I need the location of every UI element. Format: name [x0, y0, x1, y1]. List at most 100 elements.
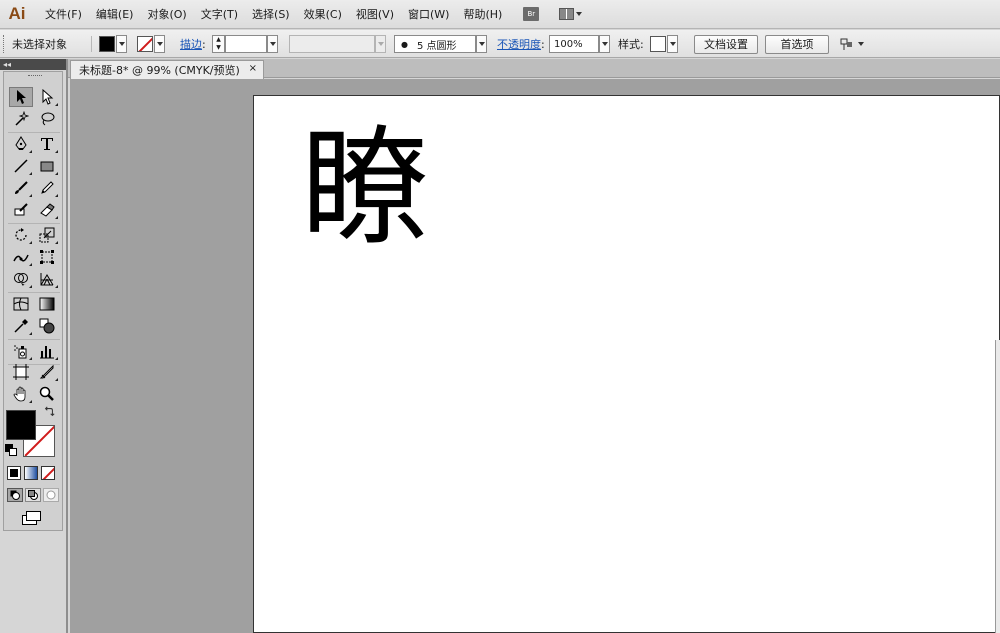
direct-selection-tool[interactable] — [35, 87, 59, 107]
draw-behind-button[interactable] — [25, 488, 41, 502]
draw-inside-button[interactable] — [43, 488, 59, 502]
brush-definition-dropdown[interactable] — [476, 35, 487, 53]
control-panel-menu[interactable] — [840, 34, 864, 54]
eyedropper-tool[interactable] — [9, 316, 33, 336]
stroke-weight-stepper[interactable]: ▲ ▼ — [212, 35, 225, 53]
stroke-weight-dropdown[interactable] — [267, 35, 278, 53]
width-profile-field[interactable] — [289, 35, 375, 53]
eraser-tool-icon — [40, 203, 55, 217]
artboard-tool[interactable] — [9, 362, 33, 382]
default-fill-stroke-button[interactable] — [5, 444, 17, 456]
artboard[interactable]: 瞭 — [253, 95, 1000, 633]
vertical-scrollbar[interactable] — [995, 340, 1000, 633]
opacity-label-group[interactable]: 不透明度 : — [497, 34, 545, 54]
zoom-tool[interactable] — [35, 384, 59, 404]
pencil-tool[interactable] — [35, 178, 59, 198]
variable-width-profile[interactable] — [289, 34, 386, 54]
paintbrush-tool-icon — [15, 181, 28, 194]
stroke-label-group[interactable]: 描边 : — [180, 34, 206, 54]
eraser-tool[interactable] — [35, 200, 59, 220]
lasso-tool[interactable] — [35, 109, 59, 129]
graphic-style-swatch[interactable] — [650, 36, 666, 52]
chevron-down-icon — [478, 42, 485, 46]
menu-help[interactable]: 帮助(H) — [456, 0, 509, 29]
brush-definition-field[interactable]: ● 5 点圆形 — [394, 35, 476, 53]
chevron-down-icon — [858, 42, 864, 46]
gradient-tool[interactable] — [35, 294, 59, 314]
width-profile-dropdown[interactable] — [375, 35, 386, 53]
color-mode-button[interactable] — [7, 466, 21, 480]
swap-fill-stroke-button[interactable] — [42, 405, 56, 419]
blob-brush-tool[interactable] — [9, 200, 33, 220]
menu-edit[interactable]: 编辑(E) — [89, 0, 141, 29]
opacity-label-link[interactable]: 不透明度 — [497, 36, 541, 52]
fill-dropdown-button[interactable] — [116, 35, 127, 53]
default-colors-icon — [5, 444, 17, 456]
menu-bar: Ai 文件(F) 编辑(E) 对象(O) 文字(T) 选择(S) 效果(C) 视… — [0, 0, 1000, 29]
collapse-panel-button[interactable]: ◂◂ — [3, 59, 11, 70]
column-graph-tool[interactable] — [35, 341, 59, 361]
stroke-label-link[interactable]: 描边 — [180, 36, 202, 52]
rectangle-tool-icon — [40, 161, 54, 172]
brush-definition[interactable]: ● 5 点圆形 — [394, 34, 487, 54]
fill-color-swatch[interactable] — [6, 410, 36, 440]
chevron-down-icon — [377, 42, 384, 46]
scale-tool[interactable] — [35, 225, 59, 245]
tool-group-divider — [8, 339, 60, 340]
rotate-tool[interactable] — [9, 225, 33, 245]
preferences-button[interactable]: 首选项 — [765, 34, 829, 54]
artboard-tool-icon — [13, 364, 29, 380]
opacity-input[interactable]: 100% — [549, 35, 599, 53]
menu-select[interactable]: 选择(S) — [245, 0, 297, 29]
toolbox-grip[interactable] — [28, 75, 42, 77]
fill-swatch-small[interactable] — [99, 36, 115, 52]
menu-object[interactable]: 对象(O) — [140, 0, 193, 29]
fill-color-control[interactable] — [99, 34, 127, 54]
menu-window[interactable]: 窗口(W) — [401, 0, 456, 29]
screen-mode-button[interactable] — [21, 510, 43, 526]
selection-tool[interactable] — [9, 87, 33, 107]
menu-file[interactable]: 文件(F) — [38, 0, 89, 29]
shape-builder-tool[interactable] — [9, 269, 33, 289]
type-tool[interactable] — [35, 134, 59, 154]
rectangle-tool[interactable] — [35, 156, 59, 176]
pen-tool[interactable] — [9, 134, 33, 154]
document-tab[interactable]: 未标题-8* @ 99% (CMYK/预览) × — [70, 60, 264, 79]
mesh-tool[interactable] — [9, 294, 33, 314]
free-transform-tool[interactable] — [35, 247, 59, 267]
menu-effect[interactable]: 效果(C) — [297, 0, 349, 29]
slice-tool[interactable] — [35, 362, 59, 382]
graphic-style-dropdown[interactable] — [667, 35, 678, 53]
stroke-none-swatch[interactable] — [137, 36, 153, 52]
menu-type[interactable]: 文字(T) — [194, 0, 245, 29]
none-mode-button[interactable] — [41, 466, 55, 480]
symbol-sprayer-tool[interactable] — [9, 341, 33, 361]
opacity-control[interactable]: 100% — [549, 34, 610, 54]
draw-normal-button[interactable] — [7, 488, 23, 502]
line-segment-tool[interactable] — [9, 156, 33, 176]
screen-mode-icon — [22, 511, 41, 525]
tool-group-divider — [8, 223, 60, 224]
graphic-style-control[interactable] — [650, 34, 678, 54]
stroke-color-control[interactable] — [137, 34, 165, 54]
magic-wand-tool[interactable] — [9, 109, 33, 129]
go-to-bridge-button[interactable]: Br — [523, 7, 540, 21]
stroke-dropdown-button[interactable] — [154, 35, 165, 53]
menu-view[interactable]: 视图(V) — [349, 0, 401, 29]
opacity-dropdown[interactable] — [599, 35, 610, 53]
close-icon[interactable]: × — [249, 63, 257, 74]
stroke-weight-input[interactable] — [225, 35, 267, 53]
hand-tool[interactable] — [9, 384, 33, 404]
control-bar-grip[interactable] — [3, 35, 5, 53]
tool-flyout-indicator — [29, 357, 32, 360]
document-setup-button[interactable]: 文档设置 — [694, 34, 758, 54]
chevron-down-icon — [601, 42, 608, 46]
paintbrush-tool[interactable] — [9, 178, 33, 198]
width-tool[interactable] — [9, 247, 33, 267]
stroke-weight-control[interactable]: ▲ ▼ — [212, 34, 278, 54]
blend-tool[interactable] — [35, 316, 59, 336]
gradient-mode-button[interactable] — [24, 466, 38, 480]
perspective-grid-tool[interactable] — [35, 269, 59, 289]
arrange-documents-button[interactable] — [559, 8, 583, 20]
artboard-text-object[interactable]: 瞭 — [301, 114, 429, 264]
